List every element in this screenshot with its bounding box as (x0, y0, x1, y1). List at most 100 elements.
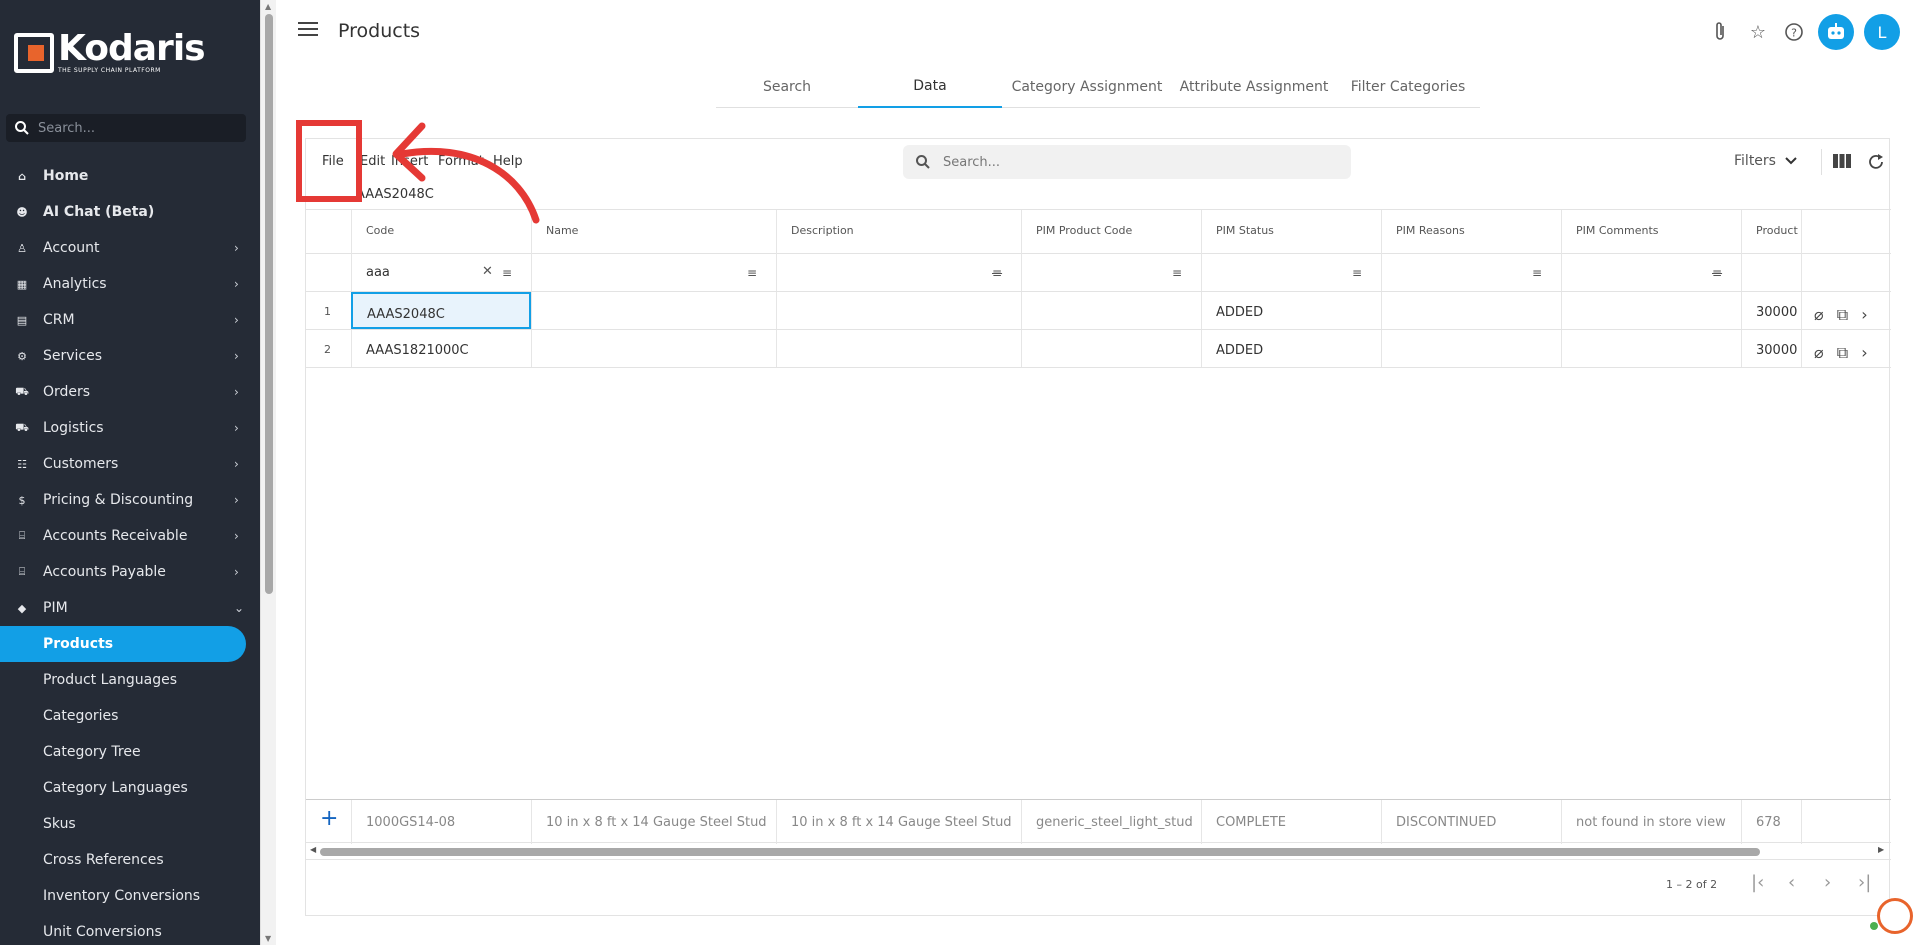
columns-icon[interactable] (1833, 154, 1851, 168)
filter-icon[interactable]: ≡ (747, 266, 757, 280)
tab-data[interactable]: Data (858, 66, 1002, 108)
chevron-right-icon[interactable]: › (1861, 305, 1867, 324)
pim-product-code-filter-field[interactable]: ≡ (1021, 254, 1201, 291)
new-pim-comments-cell[interactable]: not found in store view (1561, 800, 1741, 844)
sidebar-item-home[interactable]: ⌂ Home (0, 158, 260, 194)
horizontal-scrollbar-thumb[interactable] (320, 848, 1760, 856)
new-product-cell[interactable]: 678 (1741, 800, 1801, 844)
pim-reasons-filter-field[interactable]: ≡ (1381, 254, 1561, 291)
name-filter-field[interactable]: ≡ (531, 254, 776, 291)
pim-status-filter-field[interactable]: ≡ (1201, 254, 1381, 291)
open-external-icon[interactable]: ⧉ (1837, 343, 1848, 362)
table-row[interactable]: 2 AAAS1821000C ADDED 30000 ⌀ ⧉ › (306, 330, 1891, 368)
product-filter-field[interactable] (1741, 254, 1801, 291)
pim-comments-cell[interactable] (1561, 330, 1741, 367)
kodaris-logo[interactable]: Kodaris THE SUPPLY CHAIN PLATFORM (14, 31, 206, 74)
product-cell[interactable]: 30000 (1741, 292, 1801, 329)
pim-reasons-cell[interactable] (1381, 330, 1561, 367)
sidebar-subitem-category-tree[interactable]: Category Tree (0, 734, 260, 770)
filter-icon[interactable]: ≡ (1532, 266, 1542, 280)
description-cell[interactable] (776, 292, 1021, 329)
sidebar-item-accounts-payable[interactable]: ⌸ Accounts Payable › (0, 554, 260, 590)
sidebar-subitem-inventory-conversions[interactable]: Inventory Conversions (0, 878, 260, 914)
new-pim-status-cell[interactable]: COMPLETE (1201, 800, 1381, 844)
user-avatar[interactable]: L (1864, 14, 1900, 50)
scroll-left-icon[interactable]: ◀ (310, 845, 316, 854)
scroll-up-icon[interactable]: ▲ (265, 2, 271, 11)
table-row[interactable]: 1 AAAS2048C ADDED 30000 ⌀ ⧉ › (306, 292, 1891, 330)
column-header-pim-comments[interactable]: PIM Comments (1561, 210, 1741, 255)
scroll-right-icon[interactable]: ▶ (1878, 845, 1884, 854)
description-filter-field[interactable]: ≡ (776, 254, 1021, 291)
clear-icon[interactable]: ✕ (482, 264, 493, 279)
pim-product-code-cell[interactable] (1021, 292, 1201, 329)
name-cell[interactable] (531, 292, 776, 329)
sidebar-item-services[interactable]: ⚙ Services › (0, 338, 260, 374)
sidebar-scrollbar[interactable]: ▲ ▼ (260, 0, 276, 945)
pim-status-cell[interactable]: ADDED (1201, 292, 1381, 329)
sidebar-item-customers[interactable]: ☷ Customers › (0, 446, 260, 482)
previous-page-icon[interactable]: ‹ (1788, 872, 1795, 893)
help-icon[interactable]: ? (1782, 20, 1806, 44)
column-header-pim-reasons[interactable]: PIM Reasons (1381, 210, 1561, 255)
pim-comments-cell[interactable] (1561, 292, 1741, 329)
sidebar-item-ai-chat-beta[interactable]: ☻ AI Chat (Beta) (0, 194, 260, 230)
sidebar-item-pim[interactable]: ◆ PIM ⌄ (0, 590, 260, 626)
sidebar-subitem-product-languages[interactable]: Product Languages (0, 662, 260, 698)
pim-status-cell[interactable]: ADDED (1201, 330, 1381, 367)
sidebar-subitem-cross-references[interactable]: Cross References (0, 842, 260, 878)
support-chat-icon[interactable] (1877, 898, 1913, 934)
sidebar-subitem-products[interactable]: Products (0, 626, 246, 662)
filter-off-icon[interactable]: ≡ (992, 266, 1002, 280)
filter-icon[interactable]: ≡ (1172, 266, 1182, 280)
scrollbar-thumb[interactable] (265, 14, 273, 594)
horizontal-scrollbar[interactable]: ◀ ▶ (306, 843, 1891, 859)
star-icon[interactable]: ☆ (1746, 20, 1770, 44)
sidebar-item-logistics[interactable]: ⛟ Logistics › (0, 410, 260, 446)
sidebar-item-account[interactable]: ♙ Account › (0, 230, 260, 266)
sidebar-search-input[interactable]: Search... (6, 114, 246, 142)
sidebar-item-orders[interactable]: ⛟ Orders › (0, 374, 260, 410)
sidebar-subitem-skus[interactable]: Skus (0, 806, 260, 842)
new-description-cell[interactable]: 10 in x 8 ft x 14 Gauge Steel Stud (776, 800, 1021, 844)
sidebar-item-accounts-receivable[interactable]: ⌸ Accounts Receivable › (0, 518, 260, 554)
pim-product-code-cell[interactable] (1021, 330, 1201, 367)
column-header-pim-status[interactable]: PIM Status (1201, 210, 1381, 255)
ai-assistant-button[interactable] (1818, 14, 1854, 50)
next-page-icon[interactable]: › (1824, 872, 1831, 893)
tab-search[interactable]: Search (716, 66, 858, 108)
add-row-button[interactable]: + (306, 800, 351, 844)
grid-search-input[interactable]: Search... (903, 145, 1351, 179)
paperclip-icon[interactable] (1708, 20, 1732, 44)
column-header-product[interactable]: Product C (1741, 210, 1801, 255)
new-code-cell[interactable]: 1000GS14-08 (351, 800, 531, 844)
sidebar-item-pricing-discounting[interactable]: $ Pricing & Discounting › (0, 482, 260, 518)
sidebar-item-crm[interactable]: ▤ CRM › (0, 302, 260, 338)
tab-category-assignment[interactable]: Category Assignment (1002, 66, 1172, 108)
scroll-down-icon[interactable]: ▼ (265, 934, 271, 943)
code-filter-field[interactable]: aaa ✕ ≡ (351, 254, 531, 291)
tab-attribute-assignment[interactable]: Attribute Assignment (1172, 66, 1336, 108)
pim-comments-filter-field[interactable]: ≡ (1561, 254, 1741, 291)
name-cell[interactable] (531, 330, 776, 367)
attachment-icon[interactable]: ⌀ (1814, 343, 1824, 362)
code-cell[interactable]: AAAS1821000C (351, 330, 531, 367)
filters-dropdown[interactable]: Filters (1734, 153, 1798, 169)
product-cell[interactable]: 30000 (1741, 330, 1801, 367)
sidebar-item-analytics[interactable]: ▦ Analytics › (0, 266, 260, 302)
new-name-cell[interactable]: 10 in x 8 ft x 14 Gauge Steel Stud (531, 800, 776, 844)
code-cell[interactable]: AAAS2048C (351, 292, 531, 329)
hamburger-menu-icon[interactable] (298, 22, 318, 38)
column-header-name[interactable]: Name (531, 210, 776, 255)
description-cell[interactable] (776, 330, 1021, 367)
filter-icon[interactable]: ≡ (1352, 266, 1362, 280)
attachment-icon[interactable]: ⌀ (1814, 305, 1824, 324)
sidebar-subitem-categories[interactable]: Categories (0, 698, 260, 734)
first-page-icon[interactable]: |‹ (1751, 872, 1764, 893)
last-page-icon[interactable]: ›| (1858, 872, 1871, 893)
filter-off-icon[interactable]: ≡ (1712, 266, 1722, 280)
refresh-icon[interactable] (1867, 153, 1885, 171)
filter-icon[interactable]: ≡ (502, 266, 512, 280)
tab-filter-categories[interactable]: Filter Categories (1336, 66, 1480, 108)
new-pim-reasons-cell[interactable]: DISCONTINUED (1381, 800, 1561, 844)
